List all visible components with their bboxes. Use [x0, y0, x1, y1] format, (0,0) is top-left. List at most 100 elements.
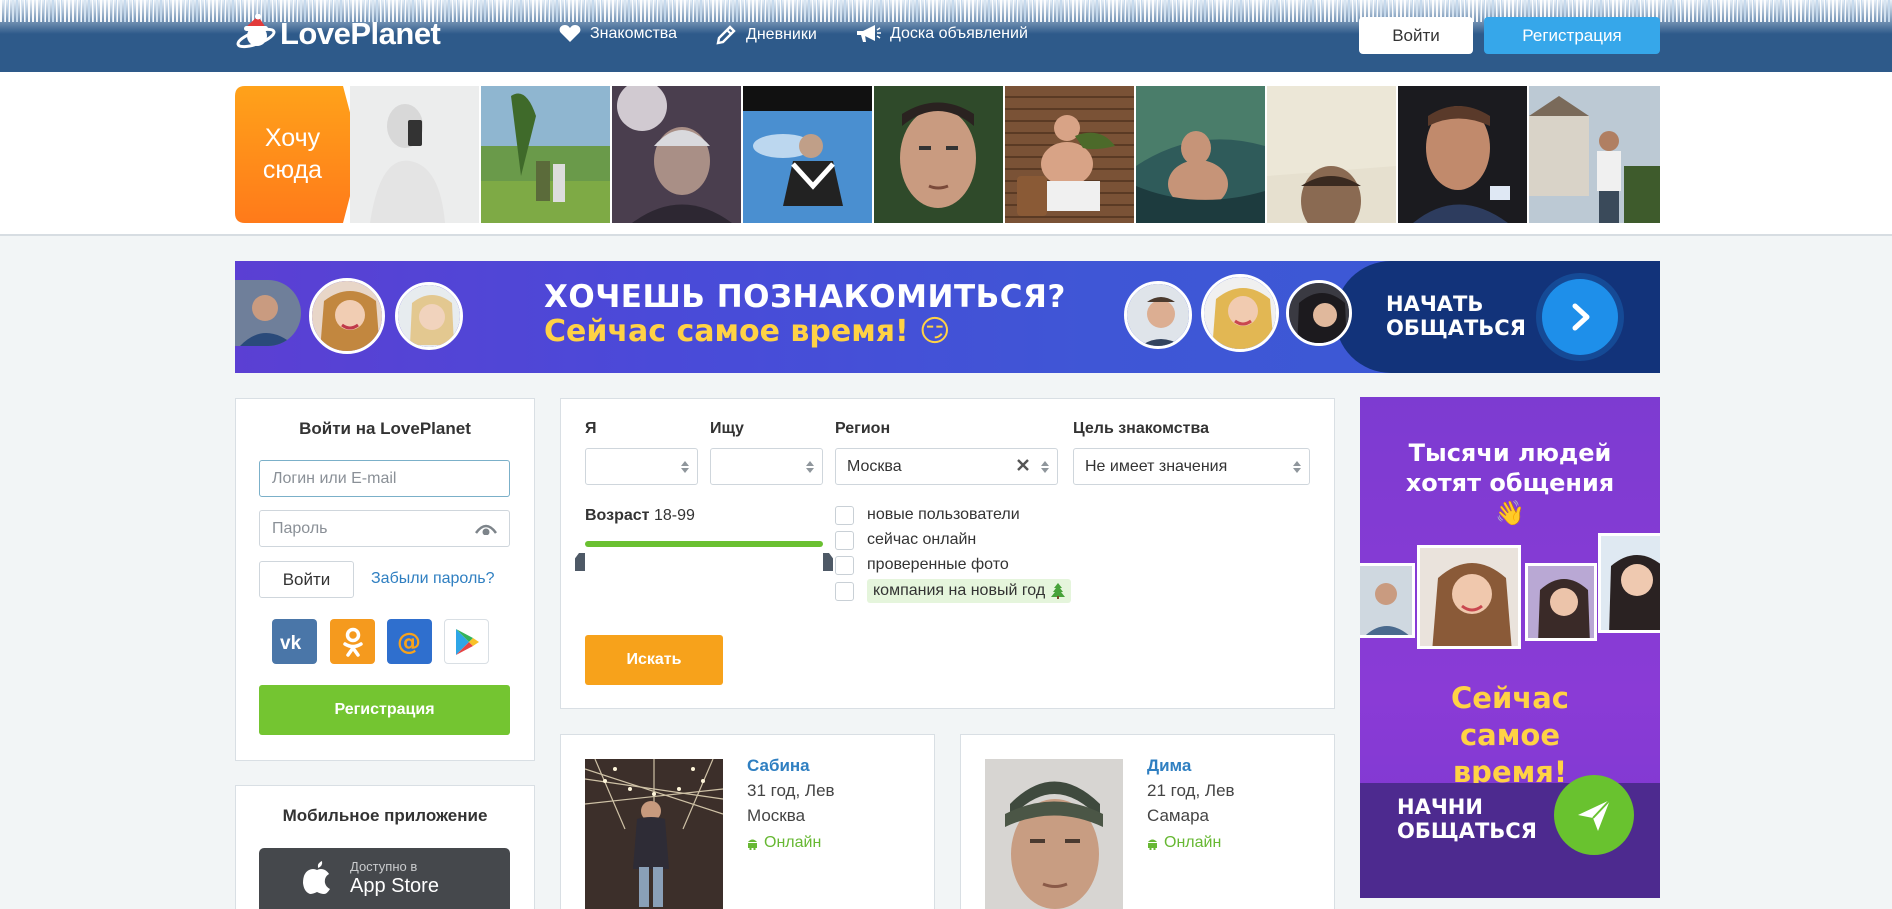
eye-icon[interactable] [475, 523, 497, 535]
region-label: Регион [835, 420, 891, 437]
age-label-row: Возраст 18-99 [585, 507, 695, 525]
header-register-button[interactable]: Регистрация [1484, 17, 1660, 54]
nav-diaries[interactable]: Дневники [715, 24, 817, 46]
online-now-label: сейчас онлайн [867, 531, 977, 548]
banner-title: ХОЧЕШЬ ПОЗНАКОМИТЬСЯ? [544, 279, 1066, 315]
profile-name[interactable]: Дима [1147, 756, 1191, 776]
mailru-icon[interactable]: @ [387, 619, 432, 664]
clear-icon[interactable] [1017, 459, 1029, 471]
new-users-checkbox[interactable] [835, 506, 854, 525]
register-button[interactable]: Регистрация [259, 685, 510, 735]
seek-label: Ищу [710, 420, 744, 437]
goal-select[interactable]: Не имеет значения [1073, 448, 1310, 485]
profile-city: Самара [1147, 806, 1209, 825]
age-range-track[interactable] [585, 541, 823, 547]
verified-photo-checkbox[interactable] [835, 556, 854, 575]
logo-text: LovePlanet [280, 16, 441, 51]
banner-avatar [309, 278, 385, 354]
login-email-placeholder: Логин или E-mail [272, 469, 397, 487]
login-panel-title: Войти на LovePlanet [299, 419, 471, 438]
sort-arrows-icon [806, 461, 814, 473]
banner-avatar [1201, 274, 1279, 352]
app-store-big-text: App Store [350, 875, 439, 897]
google-play-icon[interactable] [444, 619, 489, 664]
side-ad-avatar [1525, 563, 1597, 641]
profile-photo[interactable] [985, 759, 1123, 909]
nav-dating-label: Знакомства [590, 24, 678, 42]
member-photo-thumbnail[interactable] [874, 86, 1003, 223]
age-range-value: 18-99 [653, 507, 695, 524]
profile-online-status: Онлайн [1147, 834, 1221, 852]
new-year-company-tag: компания на новый год [867, 579, 1072, 603]
apple-icon [302, 859, 332, 899]
search-button[interactable]: Искать [585, 635, 723, 685]
banner-cta-label: НАЧАТЬ ОБЩАТЬСЯ [1386, 292, 1536, 340]
android-icon [1147, 837, 1158, 850]
online-now-checkbox[interactable] [835, 531, 854, 550]
heart-icon [559, 24, 581, 43]
nav-ads-board[interactable]: Доска объявлений [855, 24, 1028, 44]
forgot-password-link[interactable]: Забыли пароль? [371, 570, 495, 588]
profile-age-sign: 21 год, Лев [1147, 781, 1235, 800]
sort-arrows-icon [1293, 461, 1301, 473]
member-photo-thumbnail[interactable] [481, 86, 610, 223]
vk-icon[interactable]: vk [272, 619, 317, 664]
me-select[interactable] [585, 448, 698, 485]
banner-avatar [395, 282, 463, 350]
profile-age-sign: 31 год, Лев [747, 781, 835, 800]
profile-photo[interactable] [585, 759, 723, 909]
side-ad-avatar [1417, 545, 1521, 649]
planet-santa-hat-icon [236, 13, 276, 54]
member-photo-thumbnail[interactable] [1005, 86, 1134, 223]
new-year-company-label: компания на новый год [873, 582, 1046, 599]
password-placeholder: Пароль [272, 519, 328, 537]
member-photo-thumbnail[interactable] [743, 86, 872, 223]
side-ad-cta-text: НАЧНИ ОБЩАТЬСЯ [1397, 795, 1537, 843]
login-email-input[interactable]: Логин или E-mail [259, 460, 510, 497]
member-photo-thumbnail[interactable] [1136, 86, 1265, 223]
region-select-value: Москва [847, 457, 902, 475]
side-ad-middle-text: Сейчас самое время! [1451, 681, 1569, 789]
side-ad-cta-label: НАЧНИ ОБЩАТЬСЯ [1397, 795, 1537, 843]
send-arrow-icon[interactable] [1554, 775, 1634, 855]
sort-arrows-icon [1041, 461, 1049, 473]
banner-cta-text: НАЧАТЬ ОБЩАТЬСЯ [1386, 292, 1526, 340]
chevron-right-icon[interactable] [1542, 279, 1618, 355]
mobile-app-title: Мобильное приложение [282, 806, 488, 825]
profile-name[interactable]: Сабина [747, 756, 810, 776]
svg-text:@: @ [397, 628, 421, 656]
seek-select[interactable] [710, 448, 823, 485]
profile-online-status: Онлайн [747, 834, 821, 852]
nav-dating[interactable]: Знакомства [559, 24, 677, 43]
new-year-company-checkbox[interactable] [835, 582, 854, 601]
sort-arrows-icon [681, 461, 689, 473]
odnoklassniki-icon[interactable] [330, 619, 375, 664]
nav-ads-board-label: Доска объявлений [890, 25, 1028, 42]
member-photo-thumbnail[interactable] [350, 86, 479, 223]
member-photo-thumbnail[interactable] [1398, 86, 1527, 223]
side-ad-avatar [1598, 533, 1660, 633]
header-login-button[interactable]: Войти [1359, 17, 1473, 54]
region-select[interactable]: Москва [835, 448, 1058, 485]
pencil-icon [715, 24, 737, 46]
member-photo-thumbnail[interactable] [612, 86, 741, 223]
svg-text:vk: vk [280, 633, 302, 651]
side-ad-title: Тысячи людей хотят общения 👋 [1405, 439, 1615, 527]
side-ad-avatar [1360, 563, 1415, 638]
want-here-label: Хочу сюда [262, 124, 323, 184]
login-submit-button[interactable]: Войти [259, 561, 354, 598]
profile-online-label: Онлайн [1164, 834, 1222, 851]
verified-photo-label: проверенные фото [867, 556, 1009, 573]
profile-city: Москва [747, 806, 806, 825]
banner-avatar [1124, 281, 1192, 349]
nav-diaries-label: Дневники [746, 26, 817, 43]
megaphone-icon [855, 24, 881, 44]
member-photo-thumbnail[interactable] [1267, 86, 1396, 223]
password-input[interactable]: Пароль [259, 510, 510, 547]
member-photo-thumbnail[interactable] [1529, 86, 1660, 223]
android-icon [747, 837, 758, 850]
me-label: Я [585, 420, 597, 437]
logo[interactable]: LovePlanet [236, 13, 441, 54]
profile-online-label: Онлайн [764, 834, 822, 851]
app-store-small-text: Доступно в [350, 859, 418, 874]
